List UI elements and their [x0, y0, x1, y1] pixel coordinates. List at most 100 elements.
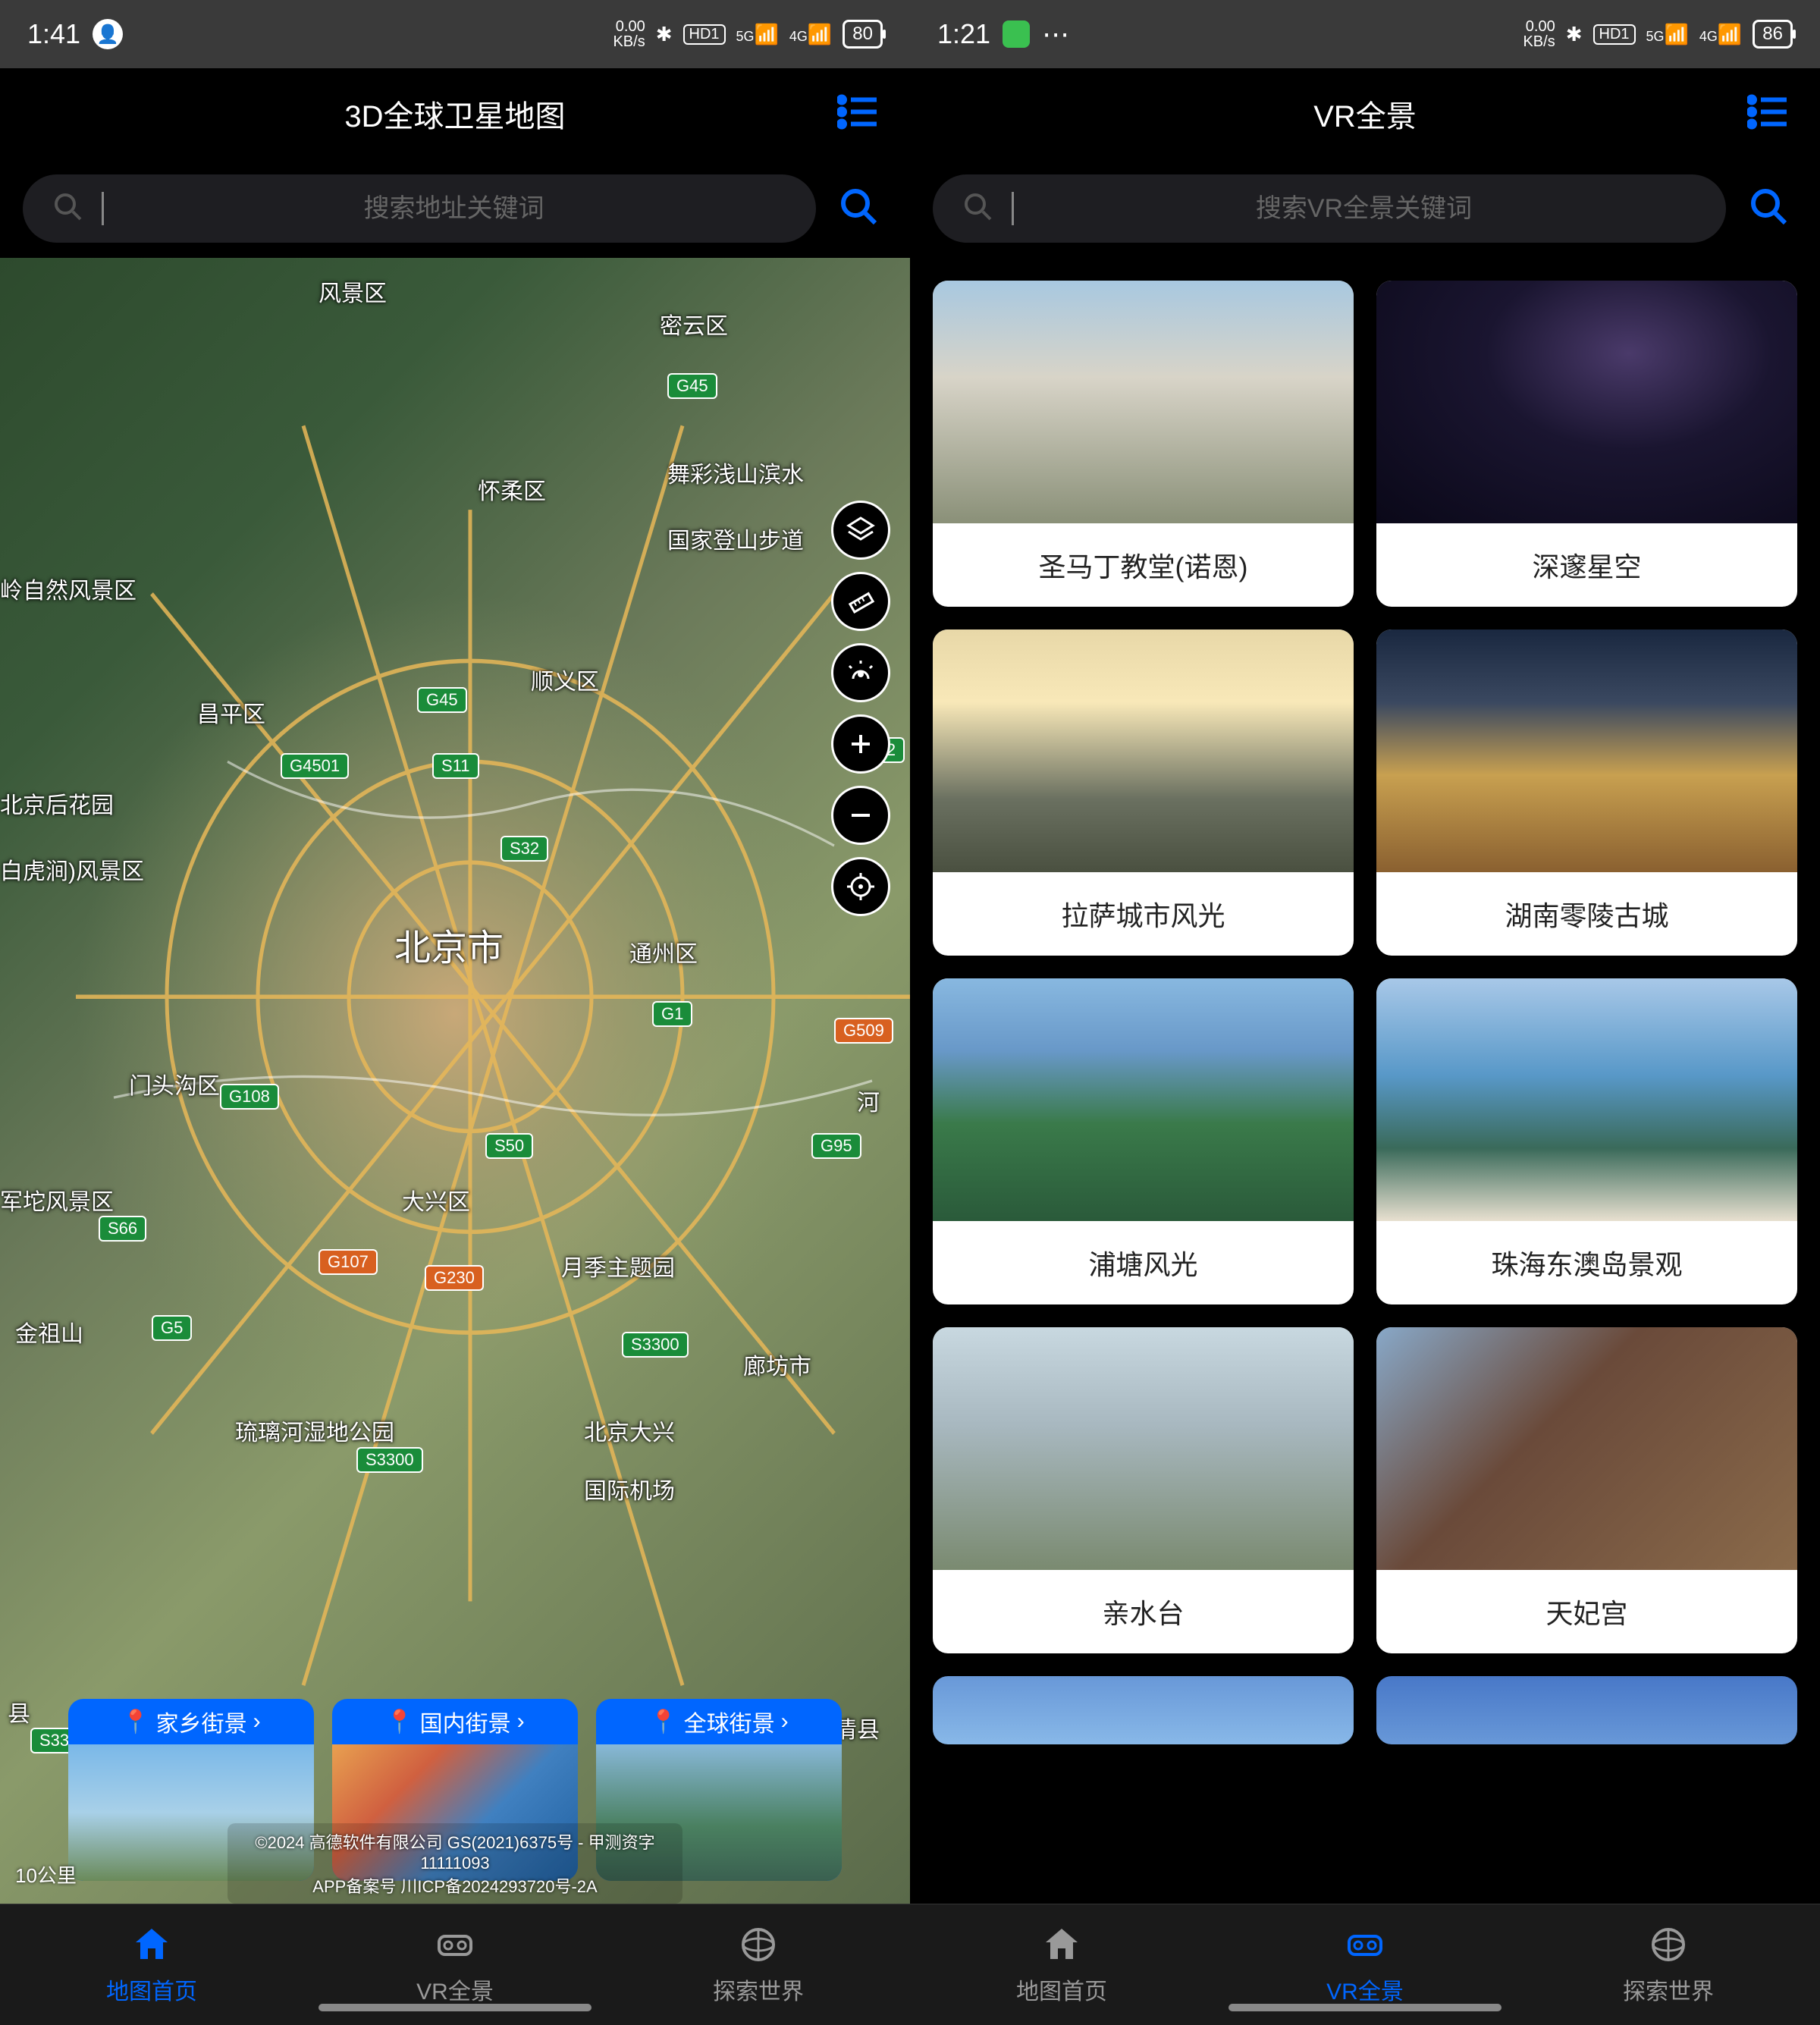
map-city-label: 北京市	[394, 918, 504, 971]
menu-button[interactable]	[1747, 94, 1790, 134]
hd-icon: HD1	[683, 24, 726, 45]
signal-icon: 4G📶	[1699, 23, 1742, 46]
vr-card[interactable]: 湖南零陵古城	[1376, 629, 1797, 956]
layers-button[interactable]	[831, 501, 890, 560]
search-button[interactable]	[1741, 179, 1797, 239]
vr-card[interactable]: 浦塘风光	[933, 978, 1354, 1304]
home-icon	[1041, 1924, 1082, 1965]
map-label: 国际机场	[584, 1472, 675, 1505]
search-input[interactable]	[1032, 194, 1696, 224]
app-badge-icon	[1003, 20, 1030, 48]
road-marker: G107	[318, 1249, 378, 1275]
status-bar: 1:21 ⋯ 0.00KB/s ✱ HD1 5G📶 4G📶 86	[910, 0, 1820, 68]
nav-explore[interactable]: 探索世界	[1517, 1904, 1820, 2025]
map-label: 密云区	[660, 307, 728, 341]
zoom-out-button[interactable]	[831, 786, 890, 845]
map-label: 通州区	[629, 935, 698, 969]
map-label: 昌平区	[197, 695, 265, 729]
hd-icon: HD1	[1593, 24, 1636, 45]
road-marker: S3300	[356, 1447, 423, 1473]
map-label: 顺义区	[531, 663, 599, 696]
map-label: 金祖山	[15, 1315, 83, 1348]
map-label: 琉璃河湿地公园	[235, 1414, 394, 1447]
status-right: 0.00KB/s ✱ HD1 5G📶 4G📶 86	[1523, 19, 1793, 49]
app-header: VR全景	[910, 68, 1820, 159]
status-right: 0.00KB/s ✱ HD1 5G📶 4G📶 80	[613, 19, 883, 49]
road-marker: G108	[220, 1084, 279, 1110]
vr-grid[interactable]: 圣马丁教堂(诺恩) 深邃星空 拉萨城市风光 湖南零陵古城 浦塘风光 珠海东澳岛景…	[910, 258, 1820, 1904]
vr-card[interactable]: 天妃宫	[1376, 1327, 1797, 1653]
zoom-in-button[interactable]	[831, 714, 890, 774]
map-label: 河	[857, 1084, 880, 1117]
phone-right-vr: 1:21 ⋯ 0.00KB/s ✱ HD1 5G📶 4G📶 86 VR全景	[910, 0, 1820, 2025]
profile-badge-icon: 👤	[93, 19, 123, 49]
road-marker: G45	[667, 373, 717, 399]
text-cursor	[102, 192, 104, 225]
road-marker: S32	[500, 836, 548, 862]
vr-card[interactable]: 圣马丁教堂(诺恩)	[933, 281, 1354, 607]
person-pin-icon: 📍	[385, 1709, 413, 1735]
chevron-right-icon: ›	[253, 1709, 261, 1735]
globe-icon	[1648, 1924, 1689, 1965]
battery-icon: 80	[843, 20, 883, 49]
bluetooth-icon: ✱	[1566, 23, 1583, 46]
status-bar: 1:41 👤 0.00KB/s ✱ HD1 5G📶 4G📶 80	[0, 0, 910, 68]
search-input[interactable]	[122, 194, 786, 224]
vr-card[interactable]: 珠海东澳岛景观	[1376, 978, 1797, 1304]
road-marker: S50	[485, 1133, 533, 1159]
nav-map-home[interactable]: 地图首页	[910, 1904, 1213, 2025]
road-marker: S3300	[622, 1332, 689, 1358]
road-marker: G509	[834, 1018, 893, 1044]
vr-card[interactable]: 拉萨城市风光	[933, 629, 1354, 956]
map-label: 舞彩浅山滨水	[667, 456, 804, 489]
search-box[interactable]	[23, 174, 816, 243]
vr-card[interactable]	[933, 1676, 1354, 1744]
search-icon	[963, 192, 993, 226]
globe-icon	[738, 1924, 779, 1965]
search-icon	[53, 192, 83, 226]
map-label: 月季主题园	[561, 1249, 675, 1282]
map-label: 廊坊市	[743, 1348, 811, 1381]
signal-icon: 4G📶	[789, 23, 832, 46]
map-label: 岭自然风景区	[0, 572, 136, 605]
nav-explore[interactable]: 探索世界	[607, 1904, 910, 2025]
map-label: 北京大兴	[584, 1414, 675, 1447]
vr-card[interactable]: 深邃星空	[1376, 281, 1797, 607]
phone-left-map: 1:41 👤 0.00KB/s ✱ HD1 5G📶 4G📶 80 3D全球卫星地…	[0, 0, 910, 2025]
nav-map-home[interactable]: 地图首页	[0, 1904, 303, 2025]
map-scale: 10公里	[15, 1860, 77, 1888]
signal-icon: 5G📶	[736, 23, 779, 46]
search-button[interactable]	[831, 179, 887, 239]
home-indicator[interactable]	[318, 2004, 592, 2011]
map-label: 怀柔区	[478, 472, 546, 506]
measure-button[interactable]	[831, 572, 890, 631]
person-pin-icon: 📍	[649, 1709, 677, 1735]
vr-card[interactable]: 亲水台	[933, 1327, 1354, 1653]
map-label: 国家登山步道	[667, 522, 804, 555]
vr-icon	[435, 1924, 475, 1965]
alert-button[interactable]	[831, 643, 890, 702]
home-indicator[interactable]	[1228, 2004, 1502, 2011]
map-label: 北京后花园	[0, 786, 114, 820]
map-tools	[831, 501, 890, 916]
status-time: 1:21	[937, 18, 990, 50]
search-box[interactable]	[933, 174, 1726, 243]
satellite-map[interactable]: 北京市 风景区密云区怀柔区 舞彩浅山滨水国家登山步道岭自然风景区昌平区 顺义区北京后…	[0, 258, 910, 1904]
status-time: 1:41	[27, 18, 80, 50]
road-marker: G5	[152, 1315, 192, 1341]
map-label: 军坨风景区	[0, 1183, 114, 1217]
menu-button[interactable]	[837, 94, 880, 134]
road-marker: S66	[99, 1216, 146, 1242]
more-icon: ⋯	[1042, 18, 1069, 50]
vr-icon	[1345, 1924, 1385, 1965]
vr-card[interactable]	[1376, 1676, 1797, 1744]
road-marker: G95	[811, 1133, 861, 1159]
app-header: 3D全球卫星地图	[0, 68, 910, 159]
map-label: 门头沟区	[129, 1067, 220, 1100]
locate-button[interactable]	[831, 857, 890, 916]
road-marker: G4501	[281, 753, 349, 779]
map-label: 风景区	[318, 275, 387, 308]
map-credits: ©2024 高德软件有限公司 GS(2021)6375号 - 甲测资字11111…	[228, 1823, 682, 1904]
road-marker: G45	[417, 687, 467, 713]
signal-icon: 5G📶	[1646, 23, 1689, 46]
